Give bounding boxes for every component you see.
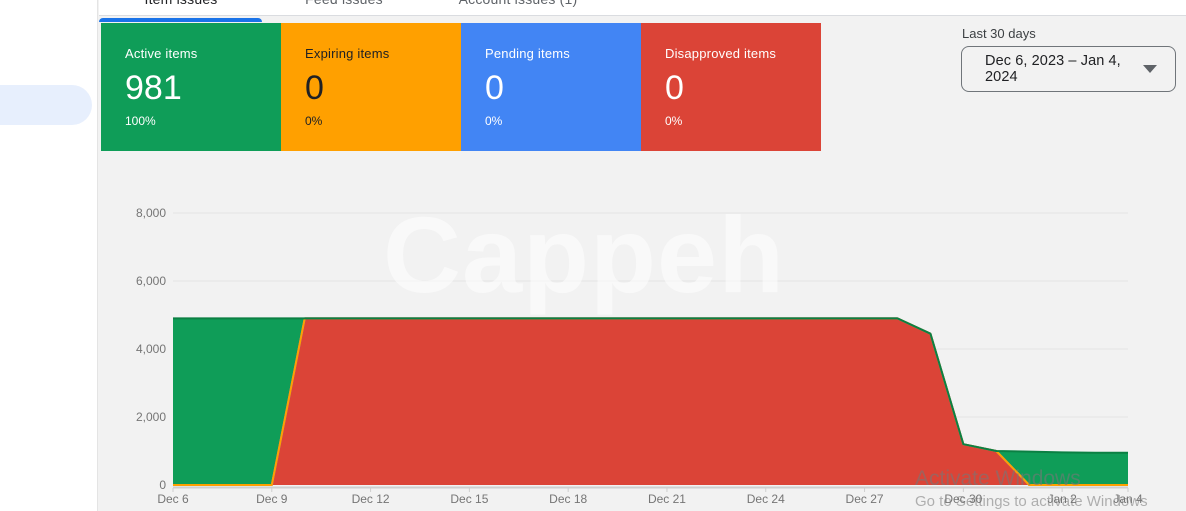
card-expiring-items[interactable]: Expiring items 0 0% <box>281 23 461 151</box>
svg-text:Dec 12: Dec 12 <box>352 492 390 506</box>
svg-text:Dec 27: Dec 27 <box>846 492 884 506</box>
card-label: Disapproved items <box>665 46 811 61</box>
card-percent: 100% <box>125 114 271 128</box>
svg-text:Dec 6: Dec 6 <box>157 492 189 506</box>
svg-text:Jan 4: Jan 4 <box>1113 492 1143 506</box>
date-range-value: Dec 6, 2023 – Jan 4, 2024 <box>985 53 1133 85</box>
card-percent: 0% <box>665 114 811 128</box>
active-tab-underline <box>99 18 262 22</box>
card-value: 0 <box>305 71 451 105</box>
svg-text:Jan 2: Jan 2 <box>1047 492 1077 506</box>
svg-text:0: 0 <box>159 478 166 492</box>
card-label: Expiring items <box>305 46 451 61</box>
svg-text:Dec 21: Dec 21 <box>648 492 686 506</box>
svg-text:Dec 18: Dec 18 <box>549 492 587 506</box>
svg-text:Dec 30: Dec 30 <box>944 492 982 506</box>
svg-text:Dec 24: Dec 24 <box>747 492 785 506</box>
svg-text:4,000: 4,000 <box>136 342 166 356</box>
card-label: Active items <box>125 46 271 61</box>
date-range-dropdown[interactable]: Dec 6, 2023 – Jan 4, 2024 <box>961 46 1176 92</box>
svg-text:2,000: 2,000 <box>136 410 166 424</box>
summary-cards: Active items 981 100% Expiring items 0 0… <box>101 23 821 151</box>
card-pending-items[interactable]: Pending items 0 0% <box>461 23 641 151</box>
card-disapproved-items[interactable]: Disapproved items 0 0% <box>641 23 821 151</box>
svg-text:Dec 9: Dec 9 <box>256 492 288 506</box>
caret-down-icon <box>1143 65 1157 73</box>
card-percent: 0% <box>305 114 451 128</box>
card-value: 0 <box>485 71 631 105</box>
svg-text:8,000: 8,000 <box>136 206 166 220</box>
card-label: Pending items <box>485 46 631 61</box>
card-percent: 0% <box>485 114 631 128</box>
card-value: 981 <box>125 71 271 105</box>
card-active-items[interactable]: Active items 981 100% <box>101 23 281 151</box>
card-value: 0 <box>665 71 811 105</box>
svg-text:6,000: 6,000 <box>136 274 166 288</box>
svg-text:Dec 15: Dec 15 <box>450 492 488 506</box>
